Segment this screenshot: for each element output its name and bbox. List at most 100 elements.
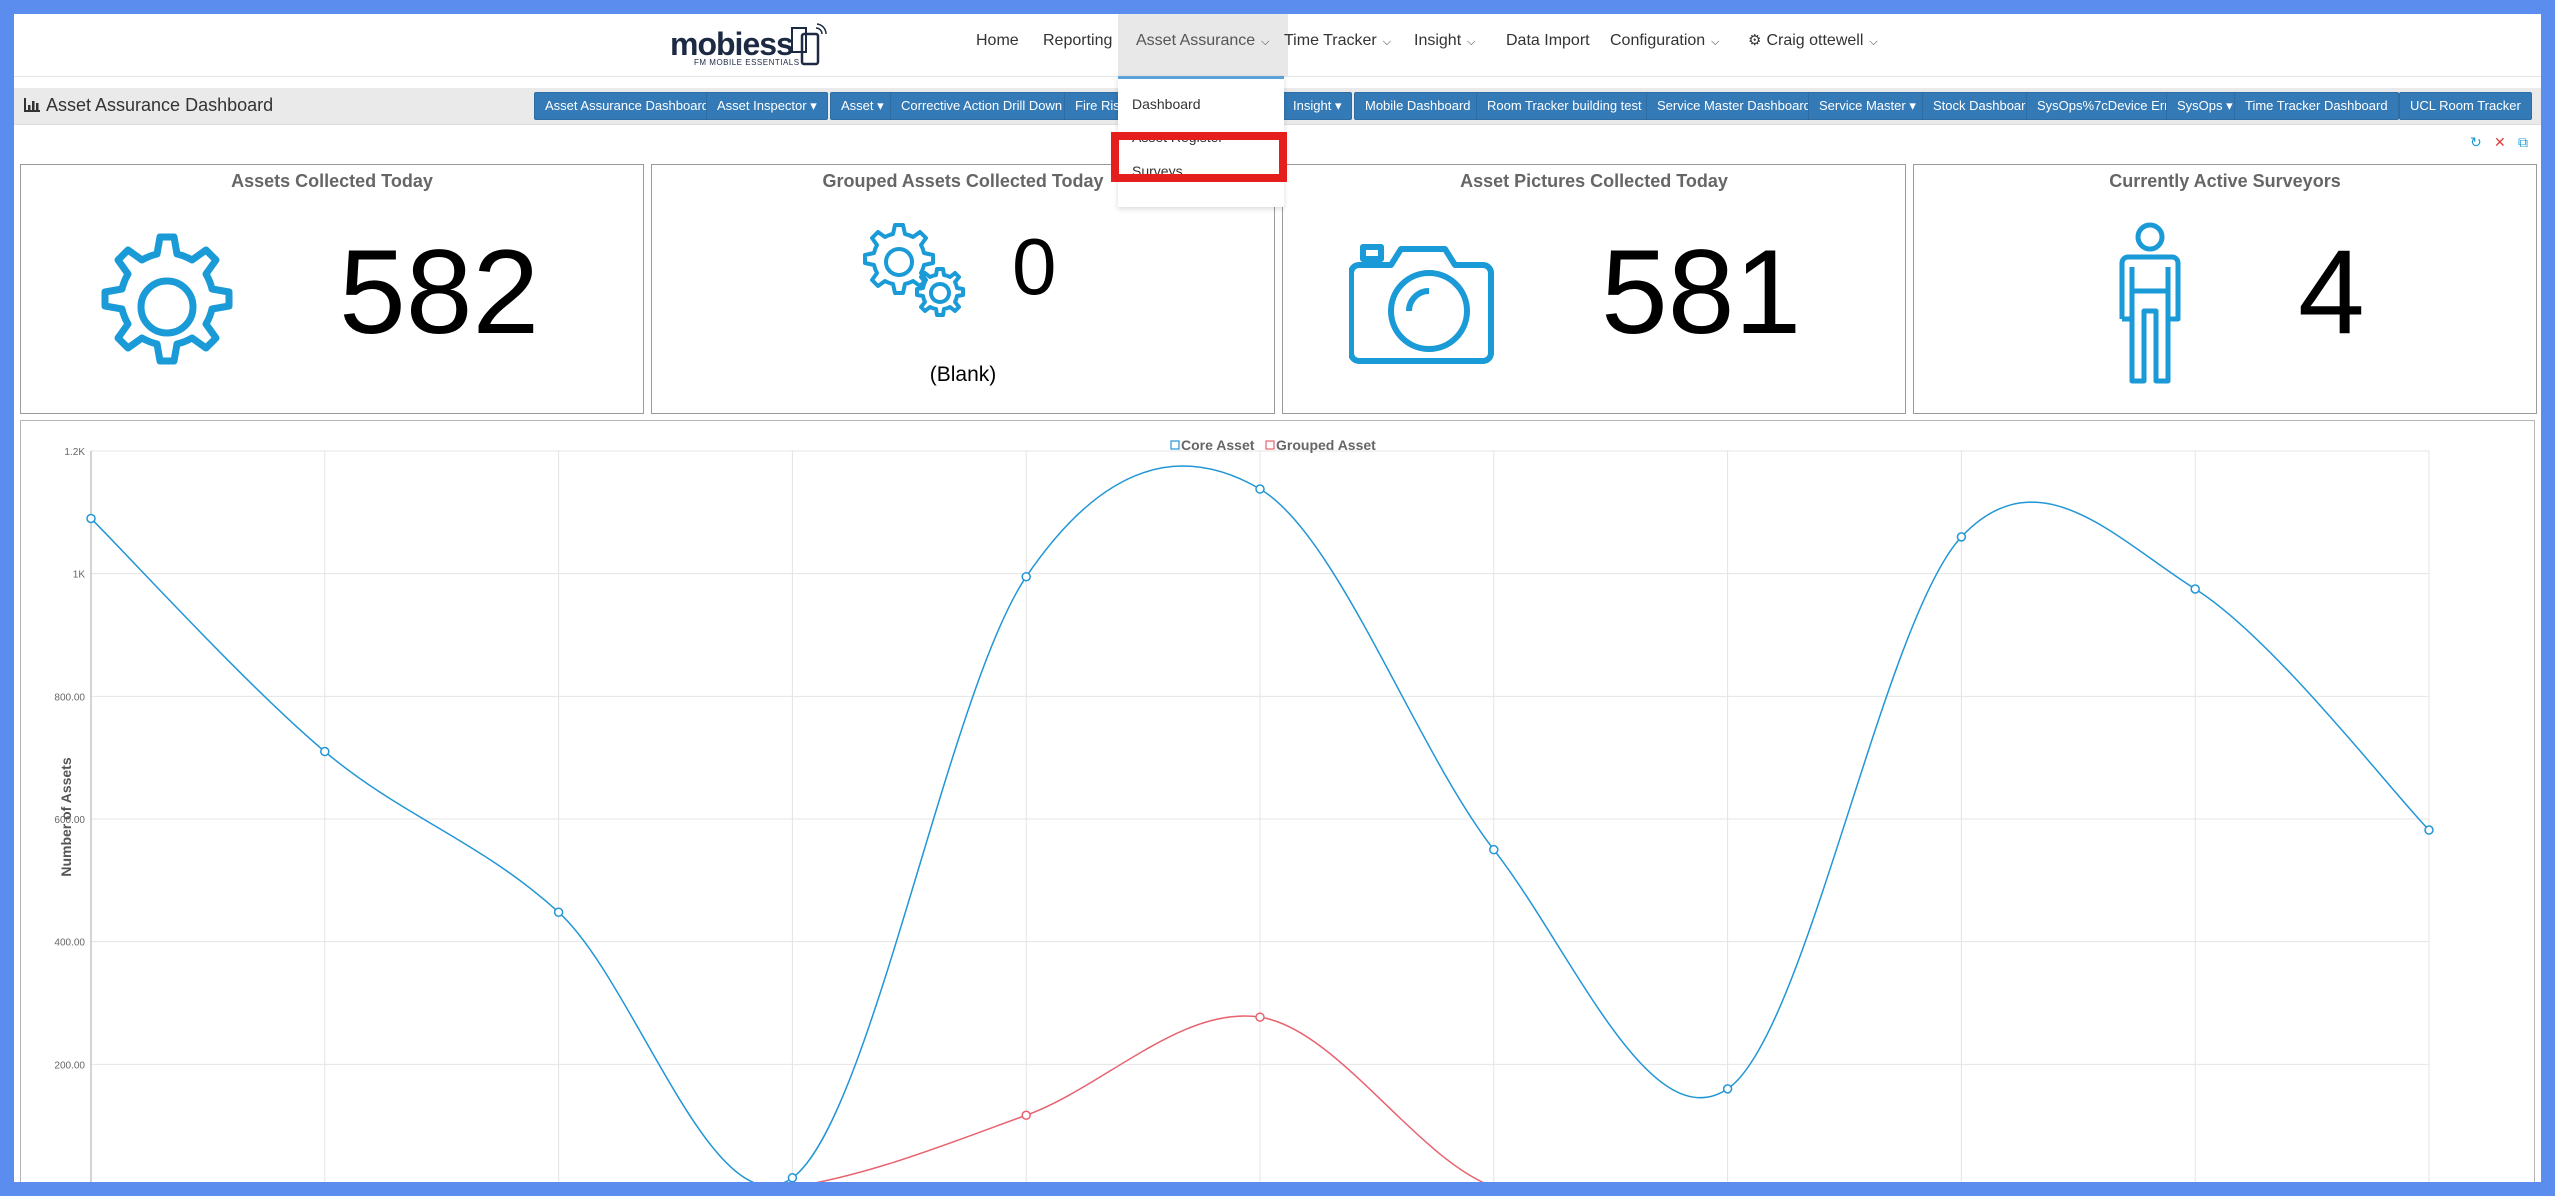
gears-icon	[863, 223, 965, 317]
chart-point-core-asset	[2424, 825, 2434, 835]
chart-legend-swatch	[1170, 440, 1180, 450]
chart-point-grouped-asset	[1021, 1110, 1031, 1120]
gear-icon: ⚙	[1748, 32, 1762, 49]
chevron-down-icon: ⌵	[1467, 36, 1476, 48]
link-label: Corrective Action Drill Down	[901, 98, 1063, 113]
chevron-down-icon: ▾	[877, 98, 884, 113]
nav-reporting[interactable]: Reporting	[1043, 14, 1112, 76]
chart-y-tick-label: 1.2K	[64, 447, 85, 458]
link-insight[interactable]: Insight ▾	[1282, 92, 1353, 120]
chart-legend-label: Grouped Asset	[1276, 437, 1376, 453]
link-label: SysOps	[2177, 98, 2223, 113]
nav-user-menu[interactable]: ⚙ Craig ottewell ⌵	[1748, 14, 1878, 76]
chevron-down-icon: ▾	[2226, 98, 2233, 113]
link-label: Insight	[1293, 98, 1332, 113]
nav-insight[interactable]: Insight ⌵	[1414, 14, 1475, 76]
link-service-master[interactable]: Service Master ▾	[1808, 92, 1927, 120]
active-surveyors-value: 4	[2298, 225, 2365, 359]
clear-filter-icon[interactable]: ✕	[2494, 134, 2506, 151]
link-label: Service Master Dashboard	[1657, 98, 1811, 113]
logo-tagline: FM MOBILE ESSENTIALS	[694, 58, 800, 67]
link-label: Room Tracker building test	[1487, 98, 1642, 113]
link-label: Stock Dashboard	[1933, 98, 2033, 113]
asset-pictures-value: 581	[1601, 225, 1802, 359]
grouped-assets-subtext: (Blank)	[929, 363, 997, 386]
chart-y-axis-label: Number of Assets	[58, 757, 74, 877]
assets-line-chart: 0200.00400.00600.00800.001K1.2K30/04/202…	[20, 420, 2535, 1182]
chart-point-core-asset	[1255, 484, 1265, 494]
chart-legend-label: Core Asset	[1181, 437, 1255, 453]
link-label: Asset Assurance Dashboard	[545, 98, 710, 113]
card-title: Asset Pictures Collected Today	[1460, 171, 1728, 191]
nav-home[interactable]: Home	[976, 14, 1019, 76]
user-name: Craig ottewell	[1766, 32, 1864, 49]
chevron-down-icon: ▾	[810, 98, 817, 113]
card-title: Assets Collected Today	[231, 171, 433, 191]
chevron-down-icon: ⌵	[1711, 36, 1720, 48]
card-title: Currently Active Surveyors	[2109, 171, 2341, 191]
nav-asset-assurance-label: Asset Assurance	[1136, 32, 1256, 49]
link-sysops[interactable]: SysOps ▾	[2166, 92, 2244, 120]
dropdown-item-dashboard[interactable]: Dashboard	[1132, 96, 1201, 112]
link-label: Service Master	[1819, 98, 1906, 113]
link-asset[interactable]: Asset ▾	[830, 92, 895, 120]
link-asset-inspector[interactable]: Asset Inspector ▾	[706, 92, 828, 120]
link-service-master-dashboard[interactable]: Service Master Dashboard	[1646, 92, 1822, 120]
chart-y-tick-label: 400.00	[54, 938, 85, 949]
link-label: SysOps%7cDevice Errors	[2037, 98, 2187, 113]
mobiess-logo[interactable]: mobiess FM MOBILE ESSENTIALS	[670, 20, 830, 70]
link-label: Asset Inspector	[717, 98, 807, 113]
link-room-tracker[interactable]: Room Tracker building test	[1476, 92, 1653, 120]
link-mobile-dashboard[interactable]: Mobile Dashboard	[1354, 92, 1482, 120]
nav-configuration[interactable]: Configuration ⌵	[1610, 14, 1720, 76]
expand-icon[interactable]: ⧉	[2518, 134, 2528, 151]
nav-time-tracker-label: Time Tracker	[1284, 32, 1377, 49]
link-asset-assurance-dashboard[interactable]: Asset Assurance Dashboard	[534, 92, 721, 120]
grouped-assets-value: 0	[1012, 222, 1057, 311]
chart-point-core-asset	[320, 746, 330, 757]
chevron-down-icon: ▾	[1334, 98, 1342, 113]
nav-asset-assurance[interactable]: Asset Assurance ⌵	[1118, 14, 1288, 76]
surveys-highlight-box	[1111, 132, 1287, 182]
card-active-surveyors: Currently Active Surveyors 4	[1913, 164, 2537, 414]
chart-point-core-asset	[1489, 844, 1499, 855]
nav-time-tracker[interactable]: Time Tracker ⌵	[1284, 14, 1391, 76]
camera-icon	[1349, 244, 1494, 364]
chevron-down-icon: ⌵	[1869, 36, 1878, 48]
chart-point-core-asset	[1021, 571, 1031, 582]
chart-y-tick-label: 200.00	[54, 1060, 85, 1071]
assets-collected-value: 582	[339, 225, 540, 359]
link-label: UCL Room Tracker	[2410, 98, 2521, 113]
card-assets-collected: Assets Collected Today 582	[20, 164, 644, 414]
chevron-down-icon: ⌵	[1261, 36, 1270, 48]
app-window: mobiess FM MOBILE ESSENTIALS Home Report…	[14, 14, 2541, 1182]
link-label: Asset	[841, 98, 874, 113]
link-ucl-room-tracker[interactable]: UCL Room Tracker	[2399, 92, 2532, 120]
person-icon	[2119, 222, 2181, 384]
nav-home-label: Home	[976, 32, 1019, 49]
page-title-text: Asset Assurance Dashboard	[46, 95, 274, 115]
nav-insight-label: Insight	[1414, 32, 1462, 49]
chart-point-core-asset	[1722, 1084, 1733, 1094]
link-corrective-action[interactable]: Corrective Action Drill Down	[890, 92, 1074, 120]
nav-data-import[interactable]: Data Import	[1506, 14, 1590, 76]
refresh-icon[interactable]: ↻	[2470, 134, 2482, 151]
chart-point-core-asset	[1956, 532, 1967, 542]
chart-point-core-asset	[787, 1173, 798, 1182]
card-asset-pictures: Asset Pictures Collected Today 581	[1282, 164, 1906, 414]
chart-point-core-asset	[553, 907, 564, 917]
chevron-down-icon: ⌵	[1382, 36, 1392, 48]
phone-icon	[791, 23, 827, 66]
nav-data-import-label: Data Import	[1506, 32, 1590, 49]
chevron-down-icon: ▾	[1909, 98, 1916, 113]
nav-configuration-label: Configuration	[1610, 32, 1706, 49]
chart-canvas: 0200.00400.00600.00800.001K1.2K30/04/202…	[54, 437, 2434, 1182]
chart-point-core-asset	[86, 513, 96, 524]
bar-chart-icon	[24, 96, 40, 117]
chart-legend-swatch	[1265, 440, 1275, 450]
top-navbar: mobiess FM MOBILE ESSENTIALS Home Report…	[14, 14, 2541, 77]
nav-reporting-label: Reporting	[1043, 32, 1113, 49]
gear-icon	[101, 233, 233, 365]
chart-point-core-asset	[2190, 584, 2200, 594]
link-time-tracker-dashboard[interactable]: Time Tracker Dashboard	[2234, 92, 2399, 120]
